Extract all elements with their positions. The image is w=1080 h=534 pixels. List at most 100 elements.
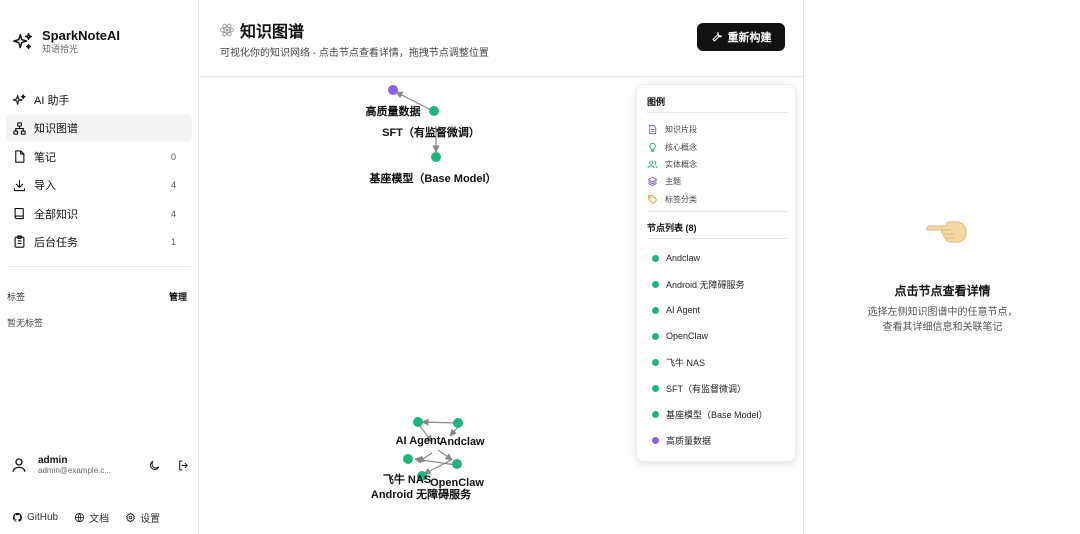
app-root: SparkNoteAI 知语拾光 AI 助手 知识图谱 笔记 0 导入 4 全部… bbox=[0, 0, 1080, 534]
sidebar-item-count: 4 bbox=[170, 180, 176, 191]
node-list: Andclaw Android 无障碍服务 AI Agent OpenClaw … bbox=[645, 245, 789, 453]
sidebar-item-background-tasks[interactable]: 后台任务 1 bbox=[6, 228, 192, 256]
legend-item: 核心概念 bbox=[647, 138, 697, 155]
sidebar-item-all-knowledge[interactable]: 全部知识 4 bbox=[6, 200, 192, 228]
graph-label-ai-agent: AI Agent bbox=[395, 435, 441, 447]
graph-label-andclaw: Andclaw bbox=[439, 436, 485, 448]
rebuild-label: 重新构建 bbox=[727, 32, 772, 44]
graph-node-base-model[interactable] bbox=[431, 152, 441, 162]
network-icon bbox=[13, 122, 26, 135]
sidebar-item-label: 笔记 bbox=[34, 151, 56, 164]
graph-node-openclaw[interactable] bbox=[452, 459, 462, 469]
legend-divider bbox=[647, 112, 787, 113]
tags-header: 标签 管理 bbox=[7, 290, 187, 303]
lightbulb-icon bbox=[649, 142, 656, 152]
detail-desc-line: 选择左侧知识图谱中的任意节点， bbox=[867, 307, 1018, 318]
node-list-item[interactable]: 基座模型（Base Model） bbox=[645, 401, 789, 427]
sidebar-item-knowledge-graph[interactable]: 知识图谱 bbox=[6, 114, 192, 143]
file-icon bbox=[15, 150, 25, 163]
node-dot bbox=[652, 436, 659, 444]
rebuild-button[interactable]: 重新构建 bbox=[697, 23, 785, 51]
graph-label-android: Android 无障碍服务 bbox=[370, 489, 472, 501]
sidebar-item-import[interactable]: 导入 4 bbox=[6, 171, 192, 199]
graph-node-sft[interactable] bbox=[429, 106, 439, 116]
sidebar-item-label: 知识图谱 bbox=[34, 123, 78, 136]
graph-label-sft: SFT（有监督微调） bbox=[382, 127, 480, 139]
graph-node-hq-data[interactable] bbox=[388, 85, 398, 95]
main-panel: 知识图谱 可视化你的知识网络 - 点击节点查看详情，拖拽节点调整位置 重新构建 bbox=[200, 0, 804, 534]
brand[interactable]: SparkNoteAI 知语拾光 bbox=[12, 28, 120, 55]
node-list-item[interactable]: AI Agent bbox=[645, 297, 789, 323]
sidebar-footer: GitHub 文档 设置 bbox=[12, 510, 160, 525]
node-dot bbox=[652, 280, 659, 288]
graph-node-feiniu-nas[interactable] bbox=[403, 454, 413, 464]
github-link[interactable]: GitHub bbox=[12, 510, 58, 525]
detail-title: 点击节点查看详情 bbox=[894, 284, 991, 298]
globe-icon bbox=[75, 512, 85, 523]
node-list-item[interactable]: Andclaw bbox=[645, 245, 789, 271]
settings-link[interactable]: 设置 bbox=[125, 510, 160, 525]
app-tagline: 知语拾光 bbox=[42, 44, 79, 54]
node-label: Andclaw bbox=[666, 253, 701, 263]
sidebar-item-label: 后台任务 bbox=[34, 236, 78, 249]
settings-label: 设置 bbox=[140, 514, 161, 525]
node-label: SFT（有监督微调） bbox=[666, 383, 746, 394]
legend-item: 主题 bbox=[647, 173, 697, 190]
manage-tags-button[interactable]: 管理 bbox=[169, 290, 187, 303]
github-icon bbox=[12, 512, 23, 522]
github-label: GitHub bbox=[27, 512, 59, 523]
legend-item-label: 实体概念 bbox=[665, 159, 697, 169]
sidebar-item-count: 4 bbox=[170, 208, 176, 219]
user-card: admin admin@example.c... bbox=[10, 455, 190, 475]
graph-node-andclaw[interactable] bbox=[453, 418, 463, 428]
node-label: 高质量数据 bbox=[666, 435, 712, 446]
page-title: 知识图谱 bbox=[219, 18, 304, 42]
sparkles-logo-icon bbox=[13, 32, 32, 49]
node-list-item[interactable]: 飞牛 NAS bbox=[645, 349, 789, 375]
node-list-title: 节点列表 (8) bbox=[647, 223, 697, 233]
node-list-item[interactable]: 高质量数据 bbox=[645, 427, 789, 453]
graph-label-feiniu-nas: 飞牛 NAS bbox=[382, 474, 432, 486]
sidebar-item-ai-assistant[interactable]: AI 助手 bbox=[6, 86, 192, 114]
sidebar-item-count: 0 bbox=[170, 151, 176, 162]
logout-icon[interactable] bbox=[177, 459, 190, 472]
moon-icon[interactable] bbox=[148, 459, 161, 472]
tag-icon bbox=[647, 194, 658, 204]
document-icon bbox=[649, 125, 657, 135]
docs-link[interactable]: 文档 bbox=[74, 510, 109, 525]
graph-edge bbox=[421, 418, 458, 426]
graph-label-base-model: 基座模型（Base Model） bbox=[369, 173, 497, 185]
sidebar-nav: AI 助手 知识图谱 笔记 0 导入 4 全部知识 4 后台任务 1 bbox=[6, 86, 192, 256]
atom-icon bbox=[219, 23, 235, 37]
sidebar-item-count: 1 bbox=[170, 236, 176, 247]
node-dot bbox=[652, 384, 659, 392]
node-label: 基座模型（Base Model） bbox=[666, 409, 768, 420]
sidebar-item-notes[interactable]: 笔记 0 bbox=[6, 143, 192, 171]
legend-item-label: 核心概念 bbox=[665, 142, 697, 152]
book-icon bbox=[14, 208, 24, 220]
user-avatar-icon[interactable] bbox=[10, 456, 28, 474]
users-icon bbox=[647, 160, 658, 169]
sidebar-item-label: 全部知识 bbox=[34, 208, 78, 221]
node-list-item[interactable]: SFT（有监督微调） bbox=[645, 375, 789, 401]
sidebar-divider bbox=[8, 266, 191, 267]
user-name: admin bbox=[38, 455, 68, 466]
legend-panel: 图例 知识片段 核心概念 实体概念 主题 标签分类 节点列表 (8) Andcl… bbox=[636, 84, 796, 462]
download-icon bbox=[13, 179, 26, 191]
node-label: AI Agent bbox=[666, 305, 701, 315]
node-dot bbox=[652, 410, 659, 418]
sidebar: SparkNoteAI 知语拾光 AI 助手 知识图谱 笔记 0 导入 4 全部… bbox=[0, 0, 199, 534]
node-dot bbox=[652, 254, 659, 262]
legend-item: 知识片段 bbox=[647, 121, 697, 138]
node-list-item[interactable]: OpenClaw bbox=[645, 323, 789, 349]
docs-label: 文档 bbox=[89, 514, 110, 525]
legend-item-label: 主题 bbox=[665, 177, 681, 187]
node-dot bbox=[652, 306, 659, 314]
graph-node-ai-agent[interactable] bbox=[413, 417, 423, 427]
legend-item-label: 标签分类 bbox=[665, 194, 697, 204]
graph-edge bbox=[437, 449, 453, 461]
pointing-hand-icon bbox=[926, 221, 967, 243]
node-list-item[interactable]: Android 无障碍服务 bbox=[645, 271, 789, 297]
detail-panel: 点击节点查看详情 选择左侧知识图谱中的任意节点， 查看其详细信息和关联笔记 bbox=[805, 0, 1080, 534]
detail-desc-line: 查看其详细信息和关联笔记 bbox=[882, 322, 1003, 333]
